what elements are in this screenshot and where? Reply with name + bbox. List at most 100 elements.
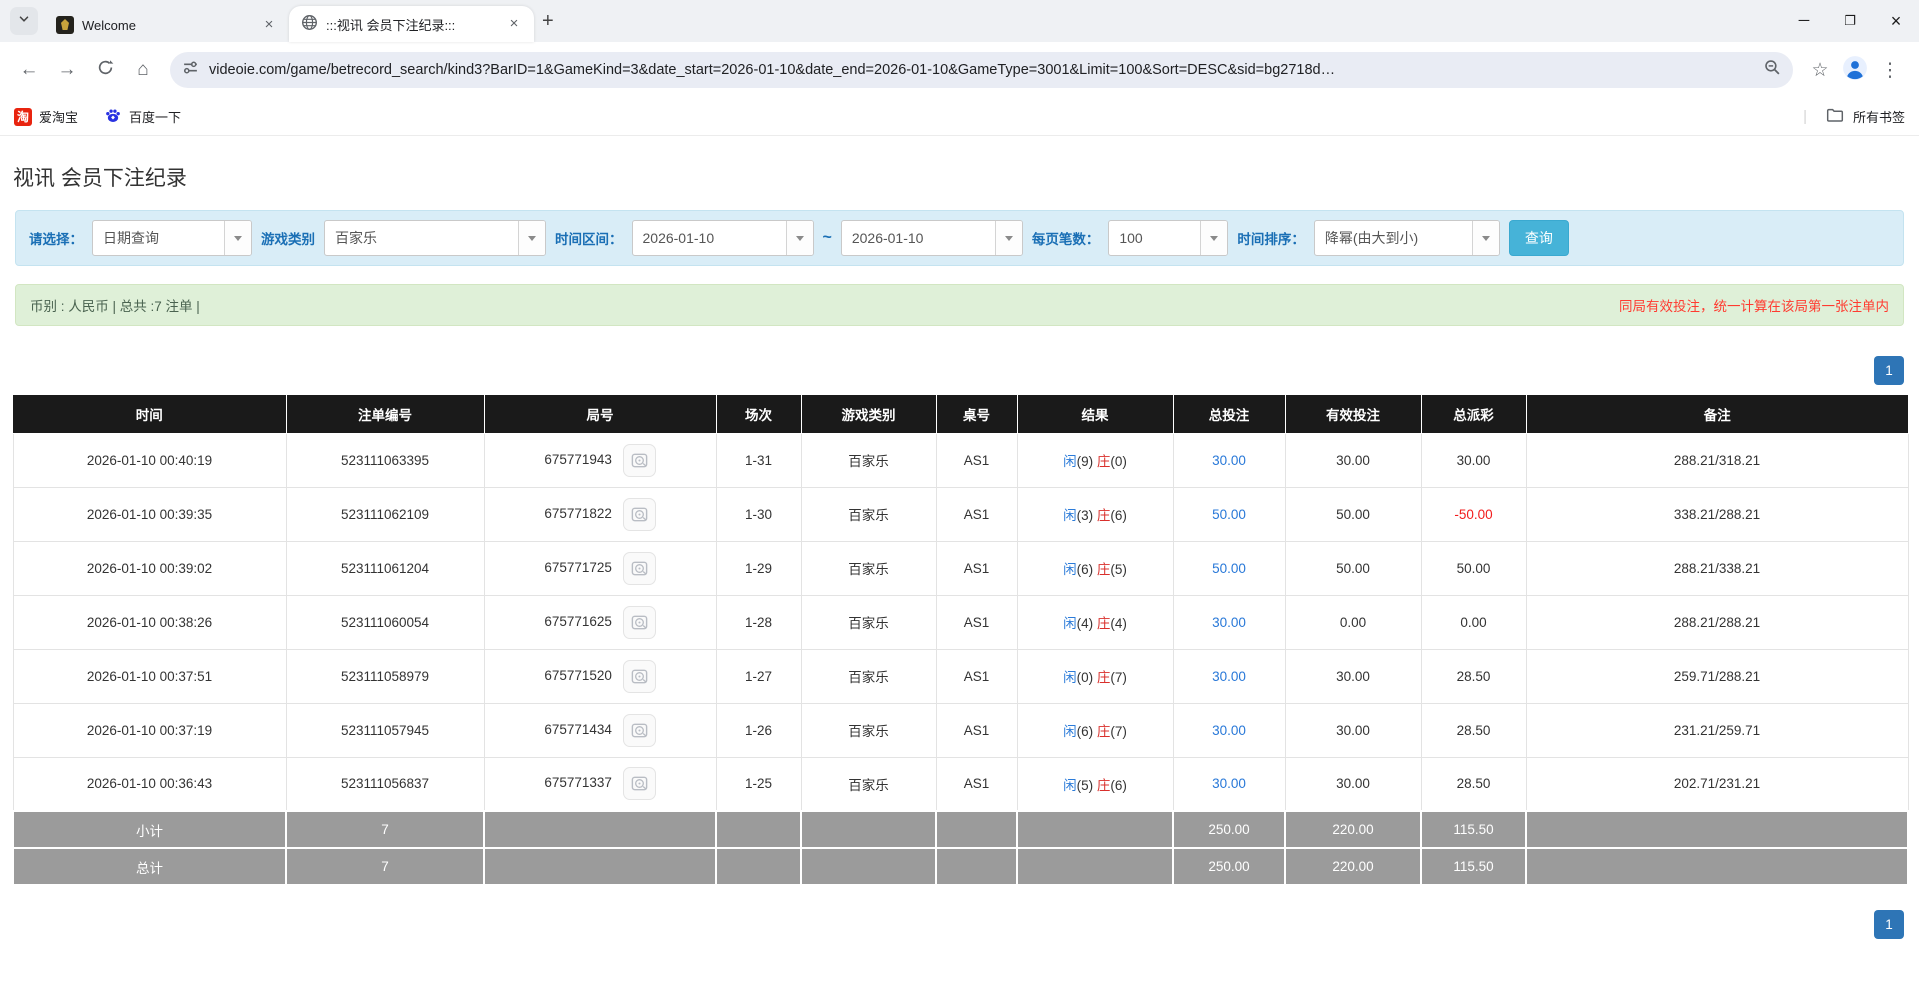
game-kind-select[interactable]: 百家乐 [324, 220, 546, 256]
star-icon: ☆ [1811, 59, 1828, 82]
col-round: 局号 [484, 395, 716, 433]
total-bet-link[interactable]: 30.00 [1212, 776, 1246, 791]
video-replay-icon[interactable] [623, 444, 656, 477]
new-tab-button[interactable]: + [542, 10, 554, 33]
forward-button[interactable]: → [50, 53, 84, 87]
site-info-icon[interactable] [182, 59, 199, 81]
video-replay-icon[interactable] [623, 552, 656, 585]
round-id: 675771822 [544, 506, 612, 521]
back-button[interactable]: ← [12, 53, 46, 87]
chevron-down-icon[interactable] [224, 221, 251, 255]
currency-summary: 币别 : 人民币 | 总共 :7 注单 | [30, 295, 200, 315]
video-replay-icon[interactable] [623, 498, 656, 531]
chevron-down-icon[interactable] [1472, 221, 1499, 255]
total-bet-link[interactable]: 30.00 [1212, 615, 1246, 630]
result-cell: 闲(6) 庄(5) [1017, 541, 1173, 595]
payout-cell: 28.50 [1421, 757, 1526, 811]
video-replay-icon[interactable] [623, 714, 656, 747]
round-id: 675771520 [544, 668, 612, 683]
reload-button[interactable] [88, 53, 122, 87]
chevron-down-icon[interactable] [1200, 221, 1227, 255]
payout-cell: 28.50 [1421, 703, 1526, 757]
round-id: 675771625 [544, 614, 612, 629]
maximize-button[interactable]: ❐ [1827, 0, 1873, 42]
player-score: (0) [1077, 670, 1094, 685]
table-row: 2026-01-10 00:40:19 523111063395 6757719… [13, 433, 1908, 487]
total-label: 总计 [13, 848, 286, 885]
query-type-select[interactable]: 日期查询 [92, 220, 252, 256]
col-session: 场次 [716, 395, 801, 433]
session-cell: 1-25 [716, 757, 801, 811]
video-replay-icon[interactable] [623, 767, 656, 800]
round-id: 675771943 [544, 452, 612, 467]
banker-score: (4) [1110, 616, 1127, 631]
all-bookmarks-button[interactable]: | 所有书签 [1803, 106, 1905, 127]
subtotal-row: 小计 7 250.00 220.00 115.50 [13, 811, 1908, 848]
zoom-icon[interactable] [1764, 59, 1781, 81]
bookmark-star-button[interactable]: ☆ [1803, 53, 1837, 87]
close-icon[interactable]: × [259, 15, 279, 35]
total-bet-cell: 50.00 [1173, 487, 1285, 541]
banker-score: (6) [1110, 778, 1127, 793]
bet-id-cell: 523111062109 [286, 487, 484, 541]
page-1-button[interactable]: 1 [1874, 910, 1904, 939]
bookmark-baidu[interactable]: 百度一下 [104, 106, 181, 127]
home-button[interactable]: ⌂ [126, 53, 160, 87]
window-controls: ─ ❐ × [1781, 0, 1919, 42]
round-id: 675771337 [544, 775, 612, 790]
payout-cell: 50.00 [1421, 541, 1526, 595]
date-end-select[interactable]: 2026-01-10 [841, 220, 1023, 256]
header-row: 时间 注单编号 局号 场次 游戏类别 桌号 结果 总投注 有效投注 总派彩 备注 [13, 395, 1908, 433]
window-close-button[interactable]: × [1873, 0, 1919, 42]
time-cell: 2026-01-10 00:36:43 [13, 757, 286, 811]
round-cell: 675771625 [484, 595, 716, 649]
url-text[interactable]: videoie.com/game/betrecord_search/kind3?… [209, 62, 1764, 78]
total-bet-link[interactable]: 30.00 [1212, 669, 1246, 684]
per-page-select[interactable]: 100 [1108, 220, 1228, 256]
date-start-select[interactable]: 2026-01-10 [632, 220, 814, 256]
payout-value: 50.00 [1457, 561, 1491, 576]
time-cell: 2026-01-10 00:39:35 [13, 487, 286, 541]
tab-welcome[interactable]: Welcome × [44, 8, 289, 42]
profile-avatar[interactable] [1841, 56, 1869, 84]
browser-menu-button[interactable]: ⋮ [1873, 53, 1907, 87]
sort-select[interactable]: 降幂(由大到小) [1314, 220, 1500, 256]
all-bookmarks-label: 所有书签 [1853, 107, 1905, 126]
total-bet-cell: 30.00 [1173, 757, 1285, 811]
total-total-bet: 250.00 [1173, 848, 1285, 885]
round-id: 675771725 [544, 560, 612, 575]
close-icon[interactable]: × [504, 14, 524, 34]
video-replay-icon[interactable] [623, 606, 656, 639]
total-bet-link[interactable]: 30.00 [1212, 453, 1246, 468]
video-replay-icon[interactable] [623, 660, 656, 693]
chevron-down-icon[interactable] [518, 221, 545, 255]
col-bet-id: 注单编号 [286, 395, 484, 433]
col-table-no: 桌号 [936, 395, 1017, 433]
address-bar[interactable]: videoie.com/game/betrecord_search/kind3?… [170, 52, 1793, 88]
table-row: 2026-01-10 00:38:26 523111060054 6757716… [13, 595, 1908, 649]
tab-betrecord[interactable]: :::视讯 会员下注纪录::: × [289, 6, 534, 42]
globe-icon [301, 14, 318, 34]
bet-id-cell: 523111061204 [286, 541, 484, 595]
sort-label: 时间排序： [1237, 228, 1305, 248]
chevron-down-icon[interactable] [786, 221, 813, 255]
total-bet-link[interactable]: 50.00 [1212, 507, 1246, 522]
bookmark-taobao[interactable]: 淘 爱淘宝 [14, 107, 78, 126]
total-bet-link[interactable]: 50.00 [1212, 561, 1246, 576]
total-bet-link[interactable]: 30.00 [1212, 723, 1246, 738]
remark-cell: 338.21/288.21 [1526, 487, 1908, 541]
tab-search-chevron[interactable] [10, 7, 38, 35]
round-id: 675771434 [544, 722, 612, 737]
minimize-button[interactable]: ─ [1781, 0, 1827, 42]
banker-result-label: 庄 [1097, 562, 1111, 577]
game-kind-value: 百家乐 [325, 221, 518, 255]
time-cell: 2026-01-10 00:37:19 [13, 703, 286, 757]
caret-glyph [1482, 236, 1490, 241]
search-button[interactable]: 查询 [1509, 220, 1569, 256]
chevron-down-icon[interactable] [995, 221, 1022, 255]
date-end-value: 2026-01-10 [842, 221, 995, 255]
banker-result-label: 庄 [1097, 616, 1111, 631]
page-1-button[interactable]: 1 [1874, 356, 1904, 385]
table-no-cell: AS1 [936, 433, 1017, 487]
session-cell: 1-27 [716, 649, 801, 703]
